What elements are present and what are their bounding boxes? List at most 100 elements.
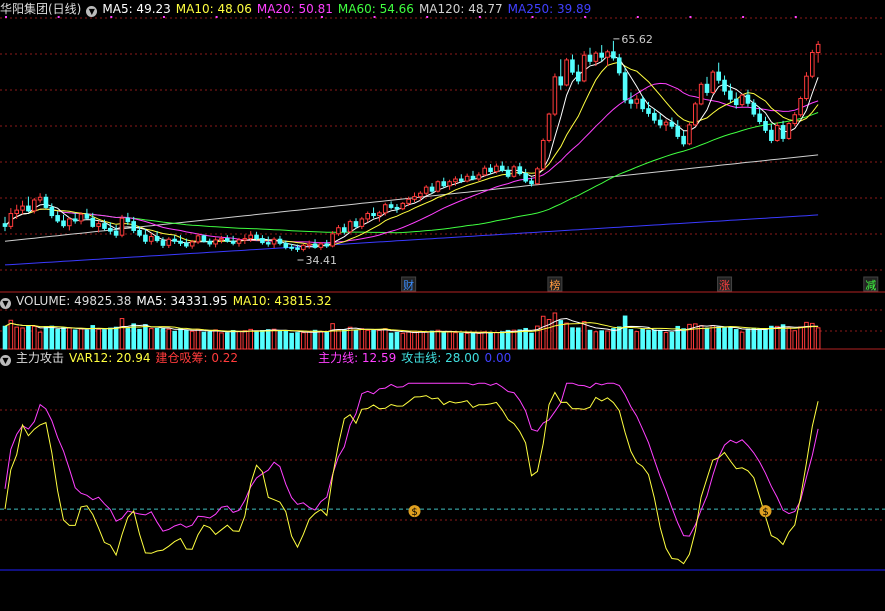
volume-bar (745, 328, 751, 350)
candle-body (804, 75, 809, 100)
volume-bar (277, 329, 283, 350)
candle-body (499, 165, 505, 171)
volume-bar (318, 331, 324, 350)
vol-ma5-readout: MA5: 34331.95 (136, 294, 228, 308)
candle-body (125, 217, 131, 223)
ma250-readout: MA250: 39.89 (507, 2, 592, 16)
candle-body (55, 215, 60, 222)
volume-bar (125, 328, 131, 350)
volume-bar (774, 325, 780, 350)
candle-body (698, 83, 704, 105)
candle-body (207, 240, 213, 245)
volume-bar (49, 325, 55, 350)
candle-body (564, 59, 569, 86)
candle-body (786, 123, 792, 139)
volume-bar (722, 327, 727, 350)
volume-bar (418, 331, 423, 350)
volume-bar (488, 331, 493, 350)
stock-title[interactable]: 华阳集团(日线) (0, 2, 81, 16)
candle-body (733, 98, 739, 106)
volume-bar (336, 329, 341, 350)
candle-body (371, 213, 376, 217)
volume-bar (119, 318, 125, 350)
candle-body (330, 233, 335, 247)
candle-body (260, 238, 265, 244)
candle-body (37, 196, 43, 201)
volume-bar (599, 330, 605, 350)
volume-bar (72, 329, 78, 350)
settings-circle-icon[interactable]: ▼ (0, 298, 11, 309)
volume-bar (792, 330, 798, 350)
candle-body (815, 43, 821, 54)
candle-body (687, 124, 692, 145)
candle-body (14, 209, 19, 215)
candle-body (681, 135, 686, 145)
settings-circle-icon[interactable]: ▼ (86, 6, 98, 17)
indicator-title[interactable]: 主力攻击 (16, 351, 64, 365)
candle-body (739, 94, 745, 106)
volume-bar (55, 328, 60, 350)
volume-bar (669, 331, 675, 350)
volume-bar (581, 321, 587, 350)
candle-body (476, 174, 482, 180)
volume-bar (195, 328, 201, 350)
candle-body (353, 221, 359, 227)
candle-body (745, 94, 751, 104)
volume-bar (733, 329, 739, 350)
candle-body (663, 121, 669, 126)
volume-bar (260, 330, 265, 350)
candle-body (324, 243, 330, 247)
candle-body (470, 175, 476, 180)
candle-body (219, 238, 224, 241)
volume-bar (131, 323, 136, 350)
candle-body (576, 71, 581, 82)
candle-body (201, 235, 207, 242)
candle-body (342, 227, 347, 233)
volume-bar (365, 329, 370, 350)
volume-bar (137, 328, 142, 350)
candle-body (318, 243, 324, 248)
candle-body (704, 83, 710, 93)
candle-body (599, 52, 605, 58)
volume-bar (113, 326, 119, 350)
volume-bar (728, 327, 733, 350)
volume-bar (447, 331, 452, 350)
volume-bar (148, 328, 154, 350)
candle-body (535, 168, 540, 185)
volume-bar (710, 325, 716, 350)
candle-body (178, 240, 183, 244)
volume-bar (172, 330, 177, 350)
candle-body (494, 165, 499, 173)
candle-body (488, 167, 493, 173)
candle-body (435, 181, 441, 192)
candle-body (546, 113, 552, 141)
price-annotation: 34.41 (306, 254, 338, 267)
volume-bar (160, 328, 166, 350)
volume-bar (622, 315, 628, 350)
candle-body (102, 223, 107, 229)
volume-bar (453, 332, 458, 350)
indicator-panel-header: ▼ 主力攻击 VAR12: 20.94 建仓吸筹: 0.22 主力线: 12.59 攻击线… (0, 350, 516, 366)
gongji-readout: 攻击线: 28.00 (401, 351, 480, 365)
volume-bar (435, 329, 441, 350)
candle-body (26, 205, 31, 212)
candle-body (646, 108, 651, 114)
candle-body (49, 206, 55, 217)
candle-body (347, 221, 353, 233)
volume-bar (377, 329, 382, 350)
volume-bar (382, 328, 388, 350)
volume-bar (225, 332, 230, 350)
candle-body (143, 234, 148, 242)
candle-body (2, 223, 8, 227)
volume-bar (640, 328, 645, 350)
volume-bar (166, 328, 172, 350)
volume-bar (464, 332, 470, 350)
settings-circle-icon[interactable]: ▼ (0, 355, 11, 366)
candle-body (283, 242, 289, 248)
price-annotation: 65.62 (621, 33, 653, 46)
ma120-readout: MA120: 48.77 (418, 2, 503, 16)
candle-body (242, 238, 248, 241)
candle-body (213, 239, 218, 245)
volume-bar (540, 315, 546, 350)
candle-body (657, 119, 663, 126)
